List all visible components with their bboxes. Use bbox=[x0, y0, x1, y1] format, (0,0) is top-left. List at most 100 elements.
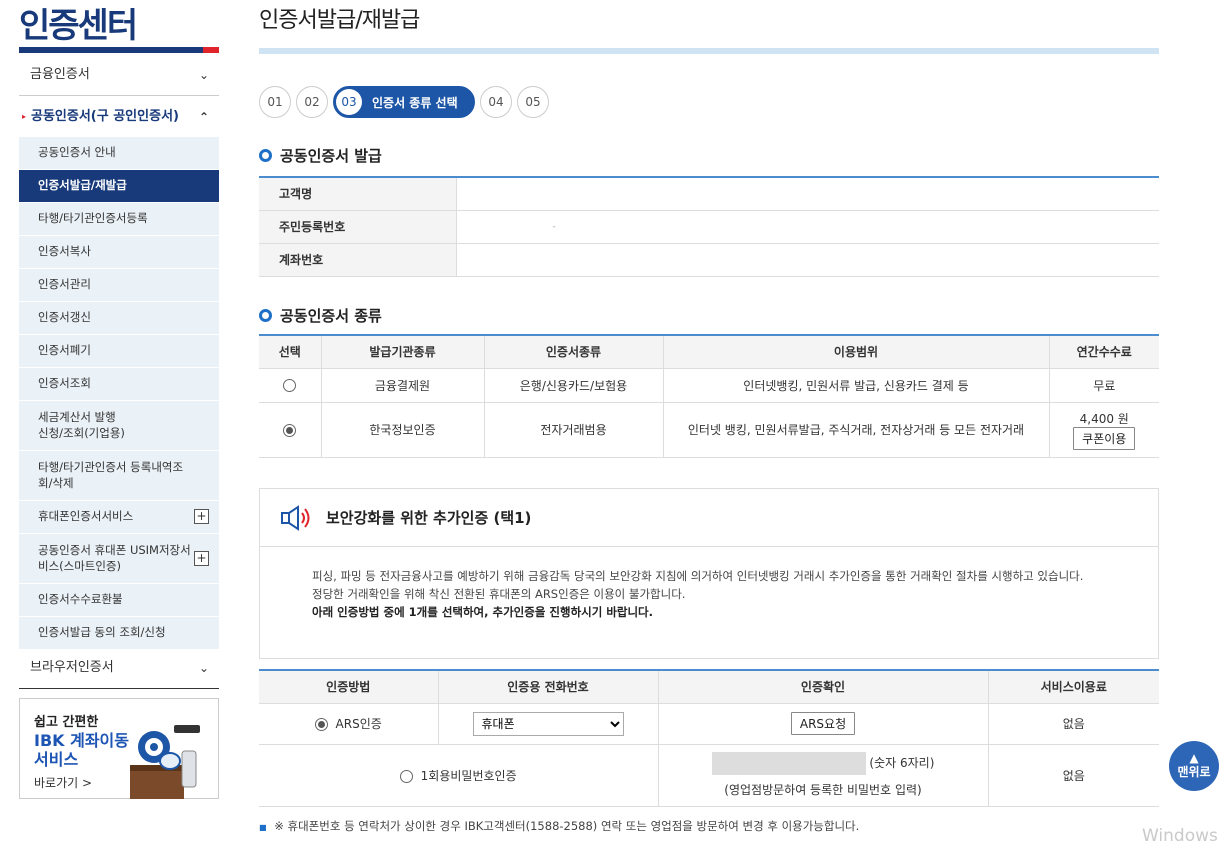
sidebar-subitem[interactable]: 인증서조회 bbox=[19, 368, 219, 401]
sidebar-subitem[interactable]: 휴대폰인증서서비스 + bbox=[19, 501, 219, 534]
windows-watermark: Windows bbox=[1142, 826, 1218, 846]
table-row: 고객명 bbox=[259, 177, 1159, 211]
promo-link[interactable]: 바로가기 > bbox=[34, 774, 92, 791]
method-cell: 1회용비밀번호인증 bbox=[259, 744, 659, 807]
sidebar-subitem-label: 공동인증서 휴대폰 USIM저장서 비스(스마트인증) bbox=[38, 542, 191, 573]
confirm-cell: ARS요청 bbox=[658, 703, 989, 745]
security-notice-box: 보안강화를 위한 추가인증 (택1) 피싱, 파밍 등 전자금융사고를 예방하기… bbox=[259, 488, 1159, 659]
promo-banner[interactable]: 쉽고 간편한 IBK 계좌이동 서비스 바로가기 > bbox=[19, 698, 219, 799]
col-header: 이용범위 bbox=[663, 335, 1050, 369]
ars-request-button[interactable]: ARS요청 bbox=[790, 712, 856, 735]
fee-amount: 4,400 원 bbox=[1079, 411, 1129, 426]
digits-hint: (숫자 6자리) bbox=[869, 756, 935, 770]
col-header: 연간수수료 bbox=[1049, 335, 1159, 369]
sidebar-item-joint-cert[interactable]: ▸ 공동인증서(구 공인인증서) ⌃ bbox=[19, 96, 219, 138]
notice-line: 정당한 거래확인을 위해 착신 전환된 휴대폰의 ARS인증은 이용이 불가합니… bbox=[312, 587, 686, 601]
coupon-button[interactable]: 쿠폰이용 bbox=[1073, 426, 1136, 450]
sidebar-subitem[interactable]: 인증서수수료환불 bbox=[19, 584, 219, 617]
sidebar-subitem[interactable]: 인증서발급 동의 조회/신청 bbox=[19, 617, 219, 650]
bullet-ring-icon bbox=[259, 309, 272, 322]
sidebar-submenu: 공동인증서 안내 인증서발급/재발급 타행/타기관인증서등록 인증서복사 인증서… bbox=[19, 137, 219, 650]
center-title: 인증센터 bbox=[19, 6, 138, 46]
sidebar-subitem[interactable]: 인증서복사 bbox=[19, 236, 219, 269]
radio-button-selected[interactable] bbox=[314, 718, 328, 731]
step-2: 02 bbox=[296, 86, 328, 118]
notice-body: 피싱, 파밍 등 전자금융사고를 예방하기 위해 금융감독 당국의 보안강화 지… bbox=[260, 547, 1110, 621]
notice-line: 피싱, 파밍 등 전자금융사고를 예방하기 위해 금융감독 당국의 보안강화 지… bbox=[312, 569, 1084, 583]
sidebar-subitem-active[interactable]: 인증서발급/재발급 bbox=[19, 170, 219, 203]
sidebar-item-label: 공동인증서(구 공인인증서) bbox=[31, 109, 179, 124]
col-header: 서비스이용료 bbox=[988, 670, 1159, 704]
sidebar-subitem-label: 세금계산서 발행 신청/조회(기업용) bbox=[38, 409, 125, 440]
sidebar-subitem[interactable]: 타행/타기관인증서등록 bbox=[19, 203, 219, 236]
scope-cell: 인터넷 뱅킹, 민원서류발급, 주식거래, 전자상거래 등 모든 전자거래 bbox=[663, 402, 1050, 458]
section-title-type: 공동인증서 종류 bbox=[259, 305, 382, 326]
col-header: 인증서종류 bbox=[484, 335, 664, 369]
footnote-text: ※ 휴대폰번호 등 연락처가 상이한 경우 IBK고객센터(1588-2588)… bbox=[274, 819, 860, 833]
table-header-row: 인증방법 인증용 전화번호 인증확인 서비스이용료 bbox=[259, 670, 1159, 704]
step-indicator: 01 02 03 인증서 종류 선택 04 05 bbox=[259, 86, 554, 118]
sidebar-subitem-label: 인증서발급/재발급 bbox=[38, 178, 127, 193]
method-label: 1회용비밀번호인증 bbox=[420, 768, 517, 783]
fee-cell: 없음 bbox=[988, 703, 1159, 745]
mascot-illustration bbox=[130, 725, 200, 799]
notice-title: 보안강화를 위한 추가인증 (택1) bbox=[326, 509, 532, 527]
phone-select[interactable]: 휴대폰 bbox=[472, 711, 624, 736]
type-cell: 은행/신용카드/보험용 bbox=[484, 368, 664, 403]
sidebar-subitem[interactable]: 인증서갱신 bbox=[19, 302, 219, 335]
sidebar-subitem-label: 인증서발급 동의 조회/신청 bbox=[38, 625, 166, 640]
scroll-top-button[interactable]: ▲ 맨위로 bbox=[1169, 741, 1219, 791]
section-title-issue: 공동인증서 발급 bbox=[259, 145, 382, 166]
notice-header: 보안강화를 위한 추가인증 (택1) bbox=[260, 489, 1158, 547]
row-label: 고객명 bbox=[259, 177, 457, 211]
confirm-cell: (숫자 6자리) (영업점방문하여 등록한 비밀번호 입력) bbox=[658, 744, 989, 807]
table-row: 한국정보인증 전자거래범용 인터넷 뱅킹, 민원서류발급, 주식거래, 전자상거… bbox=[259, 402, 1159, 458]
sidebar-subitem[interactable]: 인증서관리 bbox=[19, 269, 219, 302]
bullet-ring-icon bbox=[259, 149, 272, 162]
type-cell: 전자거래범용 bbox=[484, 402, 664, 458]
radio-button[interactable] bbox=[283, 379, 297, 392]
expand-plus-icon[interactable]: + bbox=[194, 509, 209, 524]
step-1: 01 bbox=[259, 86, 291, 118]
scope-cell: 인터넷뱅킹, 민원서류 발급, 신용카드 결제 등 bbox=[663, 368, 1050, 403]
otp-hint: (영업점방문하여 등록한 비밀번호 입력) bbox=[724, 783, 922, 797]
col-header: 인증확인 bbox=[658, 670, 989, 704]
sidebar-subitem[interactable]: 타행/타기관인증서 등록내역조 회/삭제 bbox=[19, 451, 219, 501]
fee-cell: 4,400 원 쿠폰이용 bbox=[1049, 402, 1159, 458]
sidebar-subitem[interactable]: 세금계산서 발행 신청/조회(기업용) bbox=[19, 401, 219, 451]
sidebar-subitem[interactable]: 공동인증서 휴대폰 USIM저장서 비스(스마트인증) + bbox=[19, 534, 219, 584]
phone-cell: 휴대폰 bbox=[438, 703, 659, 745]
fee-cell: 없음 bbox=[988, 744, 1159, 807]
resident-number-value: - bbox=[456, 210, 1159, 244]
customer-name-value bbox=[456, 177, 1159, 211]
table-row-otp: 1회용비밀번호인증 (숫자 6자리) (영업점방문하여 등록한 비밀번호 입력)… bbox=[259, 744, 1159, 807]
notice-line-bold: 아래 인증방법 중에 1개를 선택하여, 추가인증을 진행하시기 바랍니다. bbox=[312, 605, 654, 619]
sidebar-item-label: 브라우저인증서 bbox=[30, 660, 114, 675]
issuer-cell: 금융결제원 bbox=[321, 368, 485, 403]
sidebar-subitem-label: 타행/타기관인증서등록 bbox=[38, 211, 148, 226]
sidebar-subitem[interactable]: 인증서폐기 bbox=[19, 335, 219, 368]
radio-button-selected[interactable] bbox=[283, 423, 297, 437]
page-title: 인증서발급/재발급 bbox=[259, 8, 420, 33]
col-header: 발급기관종류 bbox=[321, 335, 485, 369]
title-underline-bar bbox=[19, 47, 219, 53]
sidebar-item-browser-cert[interactable]: 브라우저인증서 ⌄ bbox=[19, 647, 219, 689]
section-title-text: 공동인증서 발급 bbox=[280, 147, 382, 165]
step-3-active: 03 인증서 종류 선택 bbox=[333, 86, 475, 118]
auth-method-table: 인증방법 인증용 전화번호 인증확인 서비스이용료 ARS인증 휴대폰 ARS요… bbox=[259, 669, 1159, 807]
customer-info-table: 고객명 주민등록번호 - 계좌번호 bbox=[259, 176, 1159, 277]
sidebar-subitem-label: 인증서관리 bbox=[38, 277, 91, 292]
otp-password-input[interactable] bbox=[711, 752, 866, 775]
step-label: 인증서 종류 선택 bbox=[372, 95, 458, 110]
cert-type-table: 선택 발급기관종류 인증서종류 이용범위 연간수수료 금융결제원 은행/신용카드… bbox=[259, 334, 1159, 458]
sidebar-subitem[interactable]: 공동인증서 안내 bbox=[19, 137, 219, 170]
table-row: 주민등록번호 - bbox=[259, 210, 1159, 244]
radio-button[interactable] bbox=[399, 769, 413, 783]
select-cell bbox=[259, 402, 322, 458]
footnote: ■ ※ 휴대폰번호 등 연락처가 상이한 경우 IBK고객센터(1588-258… bbox=[259, 818, 859, 834]
sidebar-item-financial-cert[interactable]: 금융인증서 ⌄ bbox=[19, 54, 219, 96]
sidebar-subitem-label: 인증서갱신 bbox=[38, 310, 91, 325]
expand-plus-icon[interactable]: + bbox=[194, 550, 209, 566]
sidebar-subitem-label: 인증서수수료환불 bbox=[38, 592, 123, 607]
step-number: 03 bbox=[336, 89, 362, 115]
